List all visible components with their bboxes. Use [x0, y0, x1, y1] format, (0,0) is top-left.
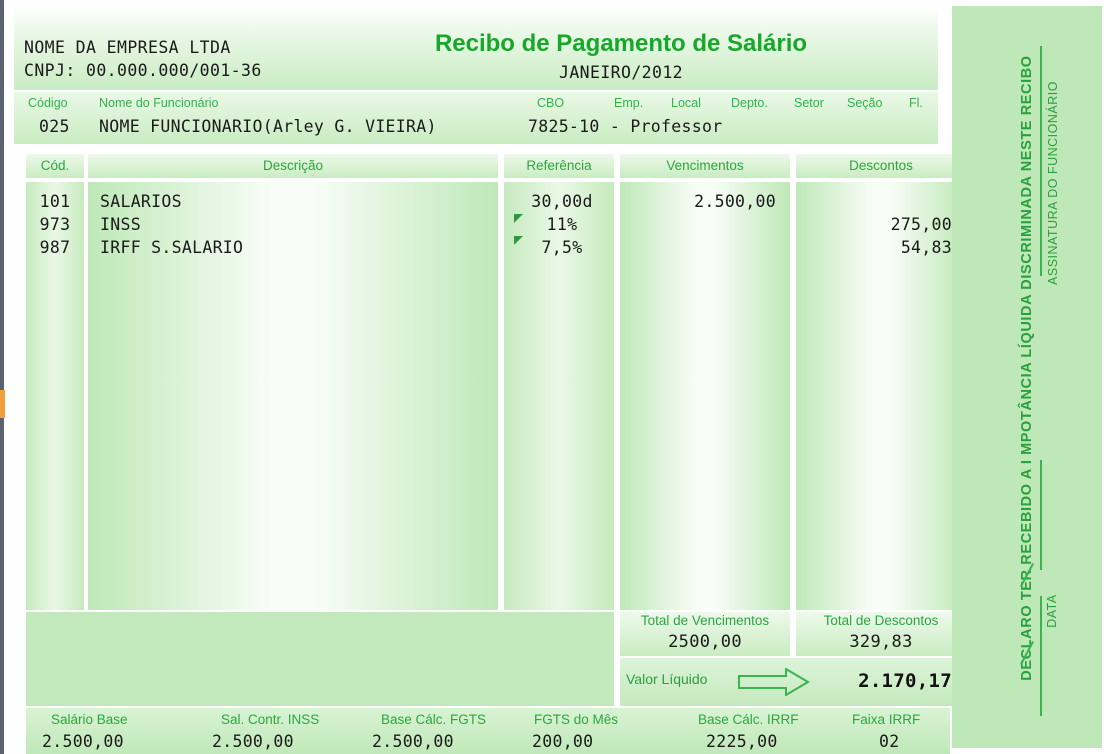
total-descontos-value: 329,83	[849, 632, 913, 652]
base-value-base-calc-irrf: 2225,00	[706, 732, 778, 751]
total-descontos-box: Total de Descontos 329,83	[796, 612, 966, 656]
table-row: 973	[39, 215, 71, 234]
total-vencimentos-value: 2500,00	[668, 632, 742, 652]
net-value-label: Valor Líquido	[626, 671, 708, 687]
date-line-bottom	[1040, 596, 1042, 716]
lower-left-block	[26, 612, 614, 706]
total-descontos-label: Total de Descontos	[823, 613, 939, 628]
table-row: IRFF S.SALARIO	[100, 238, 244, 257]
comment-marker-icon	[514, 236, 523, 245]
signature-line	[1040, 46, 1042, 276]
employee-header-fl: Fl.	[909, 96, 923, 110]
table-row: 54,83	[900, 238, 952, 257]
receipt-header-band: NOME DA EMPRESA LTDA CNPJ: 00.000.000/00…	[14, 6, 938, 90]
employee-header-codigo: Código	[28, 96, 68, 110]
base-value-sal-contr-inss: 2.500,00	[212, 732, 294, 751]
base-value-salario-base: 2.500,00	[42, 732, 124, 751]
table-row: INSS	[100, 215, 141, 234]
table-row: 987	[39, 238, 71, 257]
base-label-faixa-irrf: Faixa IRRF	[852, 712, 921, 727]
total-vencimentos-label: Total de Vencimentos	[640, 613, 770, 628]
employee-header-nome: Nome do Funcionário	[99, 96, 219, 110]
employee-code: 025	[39, 117, 70, 136]
column-header-cod: Cód.	[26, 154, 84, 178]
base-value-base-calc-fgts: 2.500,00	[372, 732, 454, 751]
base-label-base-calc-irrf: Base Cálc. IRRF	[698, 712, 799, 727]
column-body-vencimentos	[620, 182, 790, 610]
employee-header-emp: Emp.	[614, 96, 644, 110]
arrow-right-icon	[738, 667, 810, 700]
comment-marker-icon	[514, 214, 523, 223]
base-value-fgts-do-mes: 200,00	[532, 732, 594, 751]
employee-cbo: 7825-10 - Professor	[528, 117, 723, 136]
base-value-faixa-irrf: 02	[879, 732, 900, 751]
signature-caption: ASSINATURA DO FUNCIONÁRIO	[1046, 81, 1060, 285]
date-caption: DATA	[1045, 594, 1059, 628]
table-row: 11%	[546, 215, 578, 234]
base-label-sal-contr-inss: Sal. Contr. INSS	[221, 712, 320, 727]
employee-header-depto: Depto.	[731, 96, 768, 110]
table-row: 2.500,00	[694, 192, 776, 211]
employee-header-local: Local	[671, 96, 701, 110]
net-value-row: Valor Líquido 2.170,17	[620, 658, 966, 706]
left-scroll-marker[interactable]	[0, 390, 5, 418]
company-cnpj: CNPJ: 00.000.000/001-36	[24, 61, 262, 80]
bases-footer-band: Salário Base Sal. Contr. INSS Base Cálc.…	[26, 708, 950, 754]
employee-name: NOME FUNCIONARIO(Arley G. VIEIRA)	[99, 117, 437, 136]
column-header-referencia: Referência	[504, 154, 614, 178]
date-line-top	[1040, 460, 1042, 570]
employee-band: Código Nome do Funcionário CBO Emp. Loca…	[14, 92, 938, 144]
table-row: SALARIOS	[100, 192, 182, 211]
declaration-text: DECLARO TER RECEBIDO A I MPOTÂNCIA LÍQUI…	[1019, 55, 1035, 681]
employee-header-secao: Seção	[847, 96, 883, 110]
net-value-amount: 2.170,17	[858, 670, 952, 692]
total-vencimentos-box: Total de Vencimentos 2500,00	[620, 612, 790, 656]
receipt-page: NOME DA EMPRESA LTDA CNPJ: 00.000.000/00…	[0, 0, 1109, 754]
column-header-vencimentos: Vencimentos	[620, 154, 790, 178]
base-label-base-calc-fgts: Base Cálc. FGTS	[381, 712, 487, 727]
signature-panel: DECLARO TER RECEBIDO A I MPOTÂNCIA LÍQUI…	[952, 6, 1102, 748]
base-label-fgts-do-mes: FGTS do Mês	[534, 712, 619, 727]
column-header-descontos: Descontos	[796, 154, 966, 178]
table-row: 30,00d	[531, 192, 593, 211]
page-title: Recibo de Pagamento de Salário	[434, 30, 808, 57]
reference-period: JANEIRO/2012	[558, 63, 683, 82]
table-row: 101	[39, 192, 71, 211]
salary-receipt: NOME DA EMPRESA LTDA CNPJ: 00.000.000/00…	[14, 6, 966, 754]
table-row: 275,00	[890, 215, 952, 234]
employee-header-setor: Setor	[794, 96, 824, 110]
window-left-rule	[0, 0, 4, 754]
employee-header-cbo: CBO	[537, 96, 565, 110]
table-row: 7,5%	[541, 238, 583, 257]
company-name: NOME DA EMPRESA LTDA	[24, 38, 231, 57]
column-header-descricao: Descrição	[88, 154, 498, 178]
base-label-salario-base: Salário Base	[51, 712, 128, 727]
